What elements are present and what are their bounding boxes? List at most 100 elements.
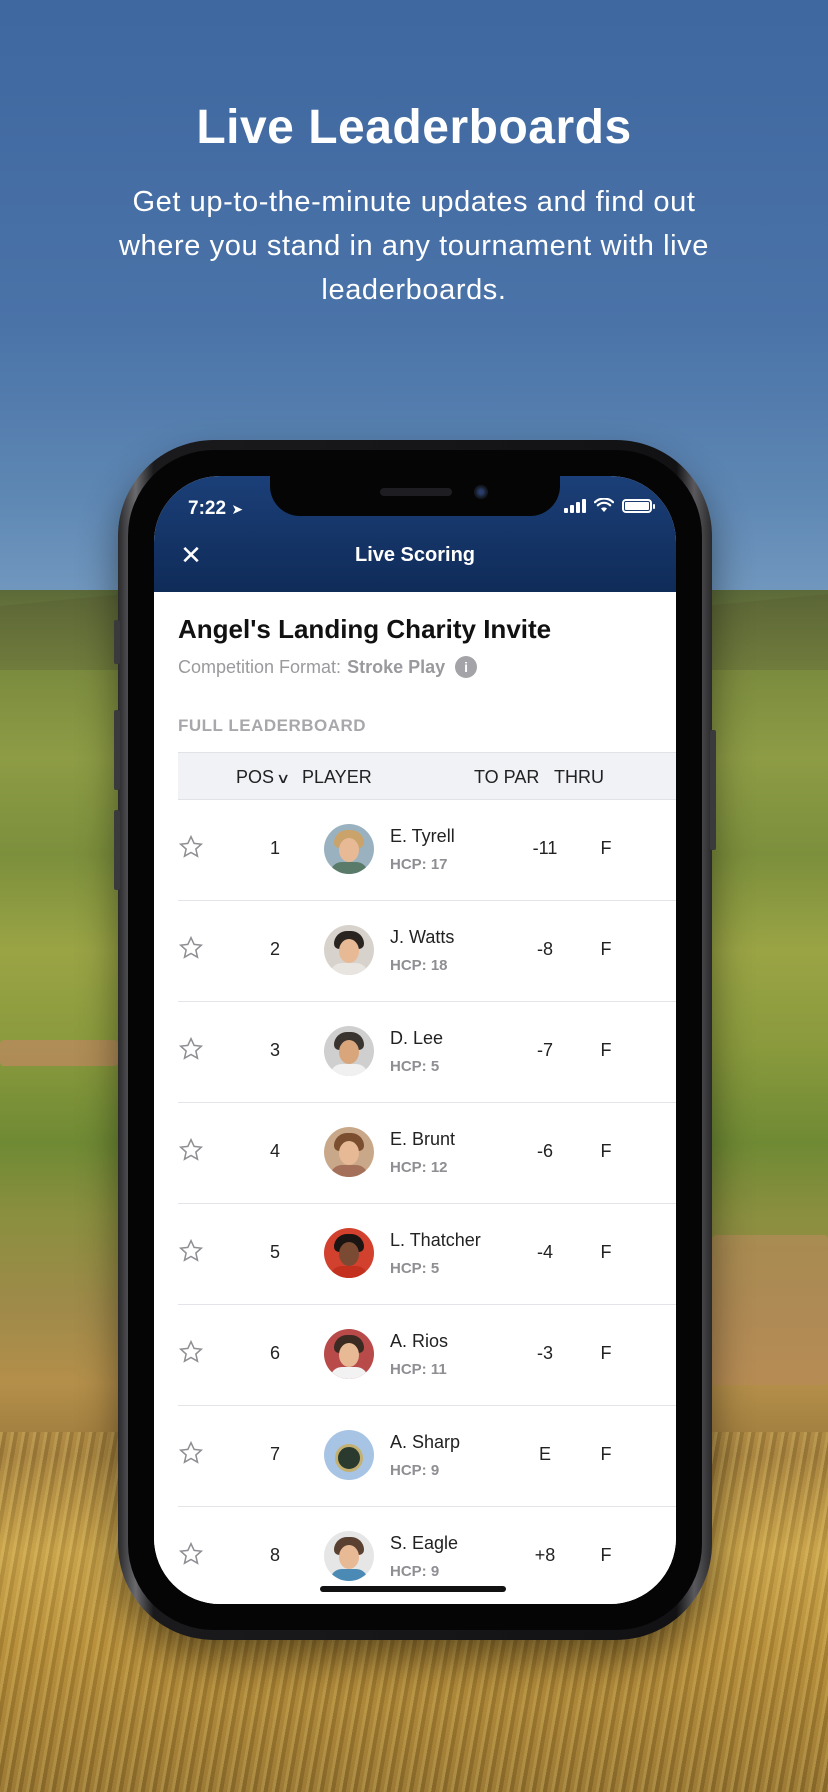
wifi-icon: [594, 498, 614, 512]
column-player-label: PLAYER: [302, 767, 372, 787]
row-pos: 5: [270, 1242, 281, 1262]
player-name: E. Tyrell: [390, 826, 455, 846]
thru: F: [600, 1545, 612, 1565]
row-pos: 2: [270, 939, 281, 959]
star-icon[interactable]: [178, 1339, 204, 1365]
table-row[interactable]: 4 E. Brunt HCP: 12 -6 F: [178, 1103, 676, 1204]
player-hcp: HCP: 18: [390, 957, 448, 974]
battery-icon: [622, 498, 655, 513]
leaderboard-rows: 1 E. Tyrell HCP: 17 -11 F 2 J. Watts HCP…: [178, 800, 676, 1604]
competition-format: Competition Format: Stroke Play i: [178, 656, 478, 678]
avatar: [324, 1228, 374, 1278]
info-icon[interactable]: i: [455, 656, 478, 678]
to-par: -3: [536, 1343, 553, 1363]
player-name: D. Lee: [390, 1028, 444, 1048]
promo-headline: Live Leaderboards: [196, 101, 632, 154]
phone-side-button: [710, 730, 716, 850]
star-icon[interactable]: [178, 834, 204, 860]
phone-frame: 7:22 ➤ ✕ Live Scoring Angel's Landing Ch…: [114, 440, 716, 1640]
table-row[interactable]: 5 L. Thatcher HCP: 5 -4 F: [178, 1204, 676, 1305]
player-hcp: HCP: 11: [390, 1361, 447, 1378]
star-icon[interactable]: [178, 1036, 204, 1062]
row-pos: 3: [270, 1040, 281, 1060]
row-pos: 1: [270, 838, 281, 858]
thru: F: [600, 1242, 612, 1262]
table-row[interactable]: 1 E. Tyrell HCP: 17 -11 F: [178, 800, 676, 901]
star-icon[interactable]: [178, 1541, 204, 1567]
chevron-down-icon: ∨: [275, 770, 291, 786]
thru: F: [600, 1343, 612, 1363]
table-row[interactable]: 3 D. Lee HCP: 5 -7 F: [178, 1002, 676, 1103]
player-name: A. Rios: [390, 1331, 449, 1351]
player-name: J. Watts: [390, 927, 455, 947]
cellular-signal-icon: [564, 498, 586, 513]
table-row[interactable]: 2 J. Watts HCP: 18 -8 F: [178, 901, 676, 1002]
to-par: -8: [536, 939, 553, 959]
avatar: [324, 1329, 374, 1379]
background-bunker: [712, 1235, 828, 1385]
to-par: -7: [536, 1040, 553, 1060]
player-hcp: HCP: 17: [390, 856, 448, 873]
avatar: [324, 1430, 374, 1480]
row-pos: 7: [270, 1444, 281, 1464]
phone-screen: 7:22 ➤ ✕ Live Scoring Angel's Landing Ch…: [154, 476, 676, 1604]
background-bunker: [0, 1040, 118, 1066]
promo-subhead: Get up-to-the-minute updates and find ou…: [119, 186, 709, 306]
location-arrow-icon: ➤: [231, 501, 244, 517]
avatar: [324, 1531, 374, 1581]
table-row[interactable]: 7 A. Sharp HCP: 9 E F: [178, 1406, 676, 1507]
status-time-label: 7:22: [188, 498, 227, 519]
phone-side-button: [114, 620, 120, 664]
player-name: L. Thatcher: [390, 1230, 481, 1250]
format-value: Stroke Play: [347, 656, 446, 677]
star-icon[interactable]: [178, 1440, 204, 1466]
row-pos: 6: [270, 1343, 281, 1363]
thru: F: [600, 1040, 612, 1060]
home-indicator[interactable]: [320, 1586, 506, 1592]
player-hcp: HCP: 5: [390, 1058, 440, 1075]
phone-side-button: [114, 710, 120, 790]
thru: F: [600, 838, 612, 858]
to-par: -11: [532, 838, 558, 858]
section-label: FULL LEADERBOARD: [178, 716, 367, 735]
table-header: POS ∨ PLAYER TO PAR THRU: [178, 752, 676, 800]
thru: F: [600, 939, 612, 959]
thru: F: [600, 1141, 612, 1161]
player-name: A. Sharp: [390, 1432, 461, 1452]
to-par: -4: [536, 1242, 553, 1262]
player-hcp: HCP: 5: [390, 1260, 440, 1277]
star-icon[interactable]: [178, 935, 204, 961]
row-pos: 8: [270, 1545, 281, 1565]
star-icon[interactable]: [178, 1137, 204, 1163]
to-par: -6: [536, 1141, 553, 1161]
status-icons: [564, 498, 655, 513]
column-to-par-label: TO PAR: [474, 767, 540, 787]
row-pos: 4: [270, 1141, 281, 1161]
to-par: +8: [534, 1545, 556, 1565]
thru: F: [600, 1444, 612, 1464]
star-icon[interactable]: [178, 1238, 204, 1264]
player-hcp: HCP: 12: [390, 1159, 448, 1176]
column-thru-label: THRU: [554, 767, 604, 787]
leaderboard-content[interactable]: Angel's Landing Charity Invite Competiti…: [154, 592, 676, 1604]
front-camera: [474, 485, 488, 499]
player-hcp: HCP: 9: [390, 1563, 440, 1580]
avatar: [324, 1127, 374, 1177]
avatar: [324, 1026, 374, 1076]
format-label: Competition Format:: [178, 656, 342, 677]
to-par: E: [538, 1444, 551, 1464]
speaker-grille: [380, 488, 452, 496]
avatar: [324, 824, 374, 874]
column-pos-sort[interactable]: POS ∨: [236, 767, 291, 788]
phone-notch: [270, 476, 560, 516]
player-name: S. Eagle: [390, 1533, 459, 1553]
column-pos-label: POS: [236, 767, 275, 787]
nav-title: Live Scoring: [354, 544, 476, 566]
player-name: E. Brunt: [390, 1129, 456, 1149]
player-hcp: HCP: 9: [390, 1462, 440, 1479]
table-row[interactable]: 6 A. Rios HCP: 11 -3 F: [178, 1305, 676, 1406]
avatar: [324, 925, 374, 975]
status-time: 7:22 ➤: [188, 498, 243, 520]
phone-side-button: [114, 810, 120, 890]
event-title: Angel's Landing Charity Invite: [178, 614, 552, 644]
